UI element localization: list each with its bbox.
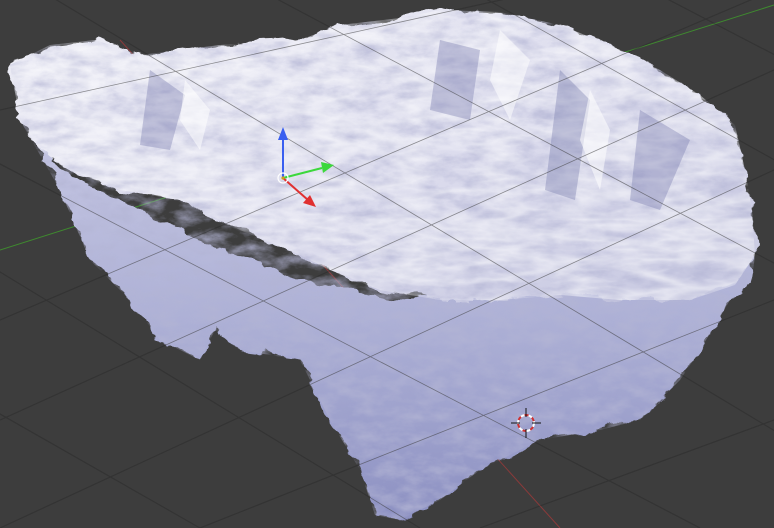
3d-viewport[interactable] bbox=[0, 0, 774, 528]
viewport-canvas[interactable] bbox=[0, 0, 774, 528]
